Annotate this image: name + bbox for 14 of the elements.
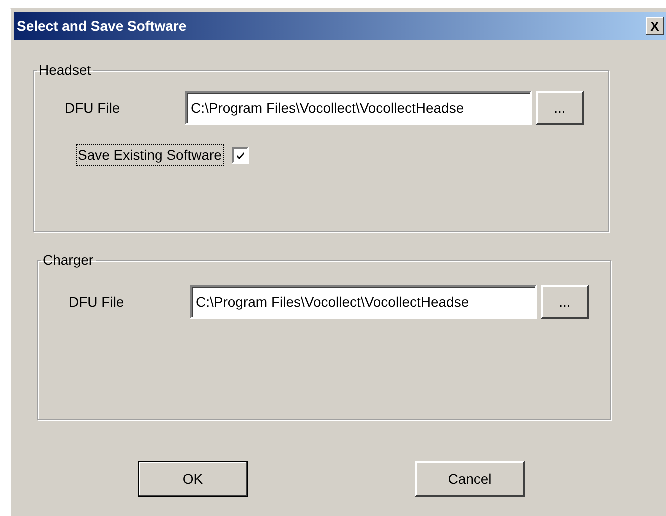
field-label: DFU File [64, 100, 122, 116]
file-path-field[interactable]: C:\Program Files\Vocollect\VocollectHeadse [190, 285, 537, 319]
window-title: Select and Save Software [17, 18, 187, 34]
browse-button[interactable]: ... [541, 285, 589, 319]
field-label: DFU File [68, 294, 126, 310]
checkbox[interactable] [232, 146, 249, 164]
browse-button[interactable]: ... [536, 91, 584, 125]
ok-button[interactable]: OK [138, 461, 248, 497]
cancel-button[interactable]: Cancel [415, 461, 525, 497]
group-title: Charger [42, 252, 95, 268]
group-title: Headset [38, 62, 92, 78]
checkbox-label[interactable]: Save Existing Software [76, 144, 224, 166]
close-button[interactable]: X [646, 17, 664, 35]
file-path-field[interactable]: C:\Program Files\Vocollect\VocollectHeadse [185, 91, 532, 125]
